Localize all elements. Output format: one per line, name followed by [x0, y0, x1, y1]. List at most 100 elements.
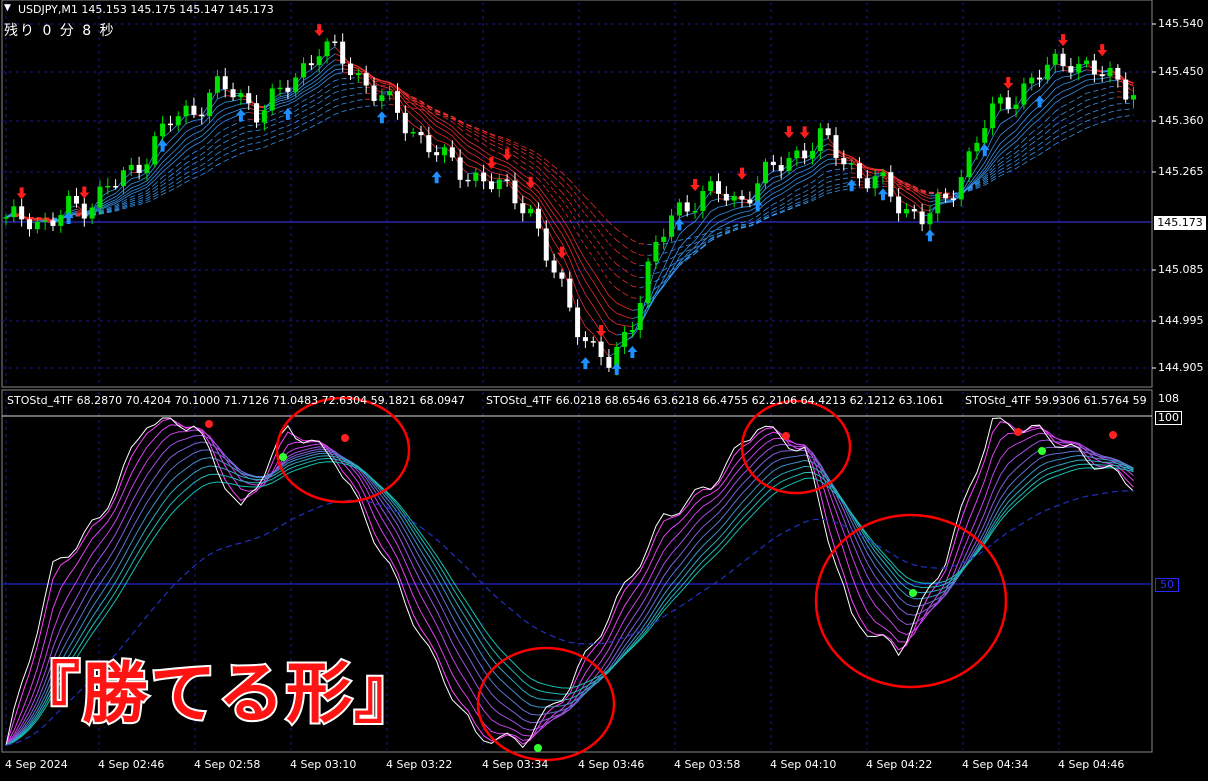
signal-dot — [909, 589, 917, 597]
price-tick: 145.360 — [1158, 114, 1204, 127]
candle-body — [387, 91, 393, 96]
candle-body — [997, 97, 1003, 104]
candle-body — [551, 260, 557, 273]
candle-body — [786, 158, 792, 171]
candle-body — [50, 220, 56, 226]
candle-body — [911, 209, 917, 212]
candle-body — [488, 181, 494, 190]
symbol-dropdown-icon[interactable]: ▼ — [4, 3, 11, 13]
candle-body — [708, 181, 714, 192]
candle-body — [770, 161, 776, 166]
indicator-header-2: STOStd_4TF 66.0218 68.6546 63.6218 66.47… — [486, 394, 945, 407]
candle-body — [950, 198, 956, 200]
time-tick: 4 Sep 04:46 — [1058, 758, 1125, 771]
candle-body — [301, 63, 307, 78]
price-tick: 144.995 — [1158, 314, 1204, 327]
candle-body — [19, 206, 25, 220]
price-tick: 145.085 — [1158, 263, 1204, 276]
time-tick: 4 Sep 03:10 — [290, 758, 357, 771]
candle-body — [152, 136, 158, 165]
candle-body — [1021, 83, 1027, 105]
candle-body — [927, 213, 933, 225]
candle-body — [175, 116, 181, 126]
overlay-label: 『勝てる形』 — [12, 653, 422, 734]
candle-body — [89, 207, 95, 219]
candle-body — [872, 176, 878, 189]
osc-tick-top: 108 — [1158, 392, 1179, 405]
signal-dot — [1109, 431, 1117, 439]
highlight-circle — [740, 399, 852, 495]
candle-body — [58, 215, 64, 226]
candle-body — [348, 63, 354, 76]
candle-body — [669, 215, 675, 237]
candle-body — [441, 147, 447, 156]
time-tick: 4 Sep 03:58 — [674, 758, 741, 771]
sell-arrow-icon — [502, 148, 513, 161]
buy-arrow-icon — [752, 199, 763, 212]
candle-body — [637, 302, 643, 331]
candle-body — [1044, 64, 1050, 80]
candle-body — [535, 208, 541, 229]
candle-body — [661, 236, 667, 242]
candle-body — [528, 208, 534, 214]
candle-body — [903, 209, 909, 214]
candle-body — [128, 164, 134, 171]
sell-arrow-icon — [690, 179, 701, 192]
candle-body — [723, 193, 729, 201]
candle-body — [230, 89, 236, 98]
time-tick: 4 Sep 04:10 — [770, 758, 837, 771]
candle-body — [3, 217, 9, 219]
candle-body — [958, 177, 964, 200]
candle-body — [880, 172, 886, 177]
candle-body — [34, 221, 40, 230]
candle-body — [520, 203, 526, 214]
price-tick: 145.265 — [1158, 165, 1204, 178]
time-tick: 4 Sep 2024 — [5, 758, 68, 771]
highlight-circle — [275, 396, 411, 504]
sell-arrow-icon — [1058, 34, 1069, 47]
candle-body — [833, 135, 839, 158]
candle-body — [692, 211, 698, 213]
price-tick: 144.905 — [1158, 361, 1204, 374]
candle-body — [684, 202, 690, 212]
candle-body — [943, 193, 949, 199]
candle-body — [716, 181, 722, 194]
candle-body — [246, 93, 252, 104]
buy-arrow-icon — [157, 139, 168, 152]
buy-arrow-icon — [235, 109, 246, 122]
candle-body — [199, 114, 205, 117]
buy-arrow-icon — [431, 171, 442, 184]
candle-body — [559, 272, 565, 279]
candle-body — [504, 179, 510, 182]
time-tick: 4 Sep 03:46 — [578, 758, 645, 771]
ma-ribbon-down — [13, 72, 1134, 311]
candle-body — [238, 93, 244, 98]
candle-body — [817, 128, 823, 152]
ma-ribbon-up — [5, 98, 1134, 256]
buy-arrow-icon — [924, 229, 935, 242]
candle-body — [426, 135, 432, 153]
candle-body — [676, 202, 682, 216]
candle-body — [324, 41, 330, 57]
candle-body — [191, 105, 197, 115]
buy-arrow-icon — [877, 188, 888, 201]
signal-dot — [341, 434, 349, 442]
candle-body — [896, 196, 902, 214]
candle-body — [81, 203, 87, 219]
candle-body — [261, 110, 267, 123]
candle-body — [1131, 95, 1137, 100]
candle-body — [778, 165, 784, 171]
time-tick: 4 Sep 04:34 — [962, 758, 1029, 771]
buy-arrow-icon — [674, 218, 685, 231]
buy-arrow-icon — [376, 111, 387, 124]
candle-body — [355, 73, 361, 76]
candle-body — [598, 341, 604, 357]
candle-body — [105, 185, 111, 188]
sell-arrow-icon — [784, 126, 794, 139]
candle-body — [590, 341, 596, 343]
candle-body — [1099, 74, 1105, 77]
candle-body — [582, 337, 588, 342]
sell-arrow-icon — [314, 24, 325, 37]
buy-arrow-icon — [580, 357, 591, 370]
sell-arrow-icon — [737, 167, 748, 180]
